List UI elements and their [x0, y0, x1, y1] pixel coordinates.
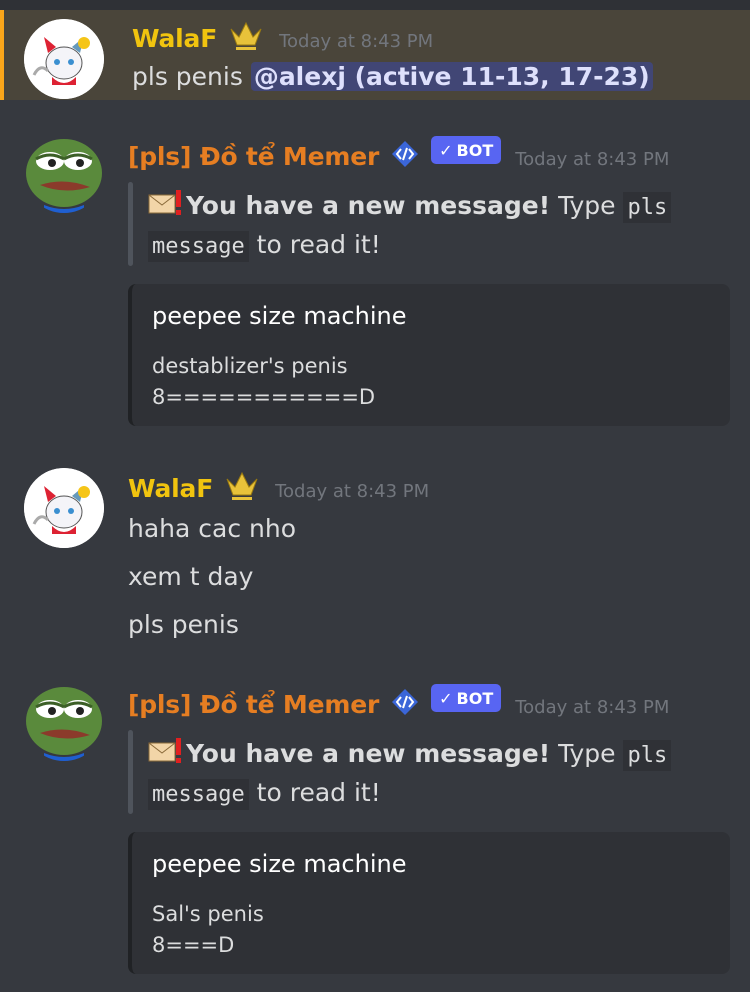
message-walaf-1: WalaF Today at 8:43 PM pls penis @alexj …: [0, 10, 750, 100]
quote-text: to read it!: [248, 778, 381, 807]
message-content: pls penis @alexj (active 11-13, 17-23): [132, 62, 653, 92]
embed-title: peepee size machine: [152, 302, 407, 330]
username[interactable]: [pls] Đồ tể Memer: [128, 142, 379, 171]
check-icon: ✓: [439, 688, 453, 708]
inline-code: message: [148, 779, 249, 810]
cat-avatar-icon: [24, 19, 104, 99]
developer-badge-icon: [389, 687, 421, 721]
crown-badge-icon: [227, 19, 265, 57]
embed: peepee size machine destablizer's penis …: [128, 284, 730, 426]
quote-line-2: message to read it!: [148, 226, 381, 266]
username[interactable]: [pls] Đồ tể Memer: [128, 690, 379, 719]
username[interactable]: WalaF: [128, 474, 213, 503]
walaf-avatar[interactable]: [24, 468, 104, 548]
envelope-icon: [148, 189, 184, 227]
timestamp: Today at 8:43 PM: [279, 30, 434, 52]
timestamp: Today at 8:43 PM: [275, 480, 430, 502]
bot-tag-label: BOT: [456, 140, 494, 160]
check-icon: ✓: [439, 140, 453, 160]
bot-tag-label: BOT: [456, 688, 494, 708]
quote-line-1: You have a new message! Type pls: [148, 735, 672, 775]
embed-description-line: Sal's penis: [152, 902, 264, 926]
pepe-avatar-icon: [26, 139, 102, 213]
message-header: [pls] Đồ tể Memer ✓ BOT Today at 8:43 PM: [128, 684, 669, 724]
timestamp: Today at 8:43 PM: [515, 148, 670, 170]
embed: peepee size machine Sal's penis 8===D: [128, 832, 730, 974]
message-walaf-2: WalaF Today at 8:43 PM haha cac nho xem …: [0, 450, 750, 660]
message-header: WalaF Today at 8:43 PM: [132, 18, 433, 58]
bot-avatar[interactable]: [24, 681, 104, 761]
top-divider: [0, 0, 750, 10]
inline-code: pls: [623, 740, 672, 771]
message-text: pls penis: [132, 62, 251, 91]
message-line: pls penis: [128, 610, 239, 639]
user-mention[interactable]: @alexj (active 11-13, 17-23): [250, 62, 653, 91]
embed-description-line: destablizer's penis: [152, 354, 348, 378]
quote-text: to read it!: [248, 230, 381, 259]
crown-badge-icon: [223, 469, 261, 507]
message-bot-1: [pls] Đồ tể Memer ✓ BOT Today at 8:43 PM …: [0, 100, 750, 440]
timestamp: Today at 8:43 PM: [515, 696, 670, 718]
message-bot-2: [pls] Đồ tể Memer ✓ BOT Today at 8:43 PM …: [0, 648, 750, 992]
bot-tag: ✓ BOT: [431, 684, 502, 712]
message-header: WalaF Today at 8:43 PM: [128, 468, 429, 508]
bot-tag: ✓ BOT: [431, 136, 502, 164]
quote-text: Type: [550, 739, 624, 768]
quote-text: Type: [550, 191, 624, 220]
embed-description-line: 8===========D: [152, 385, 376, 409]
quote-bold: You have a new message!: [186, 739, 551, 768]
pepe-avatar-icon: [26, 687, 102, 761]
inline-code: pls: [623, 192, 672, 223]
message-header: [pls] Đồ tể Memer ✓ BOT Today at 8:43 PM: [128, 136, 669, 176]
embed-title: peepee size machine: [152, 850, 407, 878]
embed-description-line: 8===D: [152, 933, 235, 957]
message-line: xem t day: [128, 562, 254, 591]
bot-avatar[interactable]: [24, 133, 104, 213]
developer-badge-icon: [389, 139, 421, 173]
quote-bold: You have a new message!: [186, 191, 551, 220]
cat-avatar-icon: [24, 468, 104, 548]
quote-line-1: You have a new message! Type pls: [148, 187, 672, 227]
quote-bar: [128, 730, 133, 814]
quote-bar: [128, 182, 133, 266]
message-line: haha cac nho: [128, 514, 297, 543]
walaf-avatar[interactable]: [24, 19, 104, 99]
inline-code: message: [148, 231, 249, 262]
quote-line-2: message to read it!: [148, 774, 381, 814]
username[interactable]: WalaF: [132, 24, 217, 53]
envelope-icon: [148, 737, 184, 775]
